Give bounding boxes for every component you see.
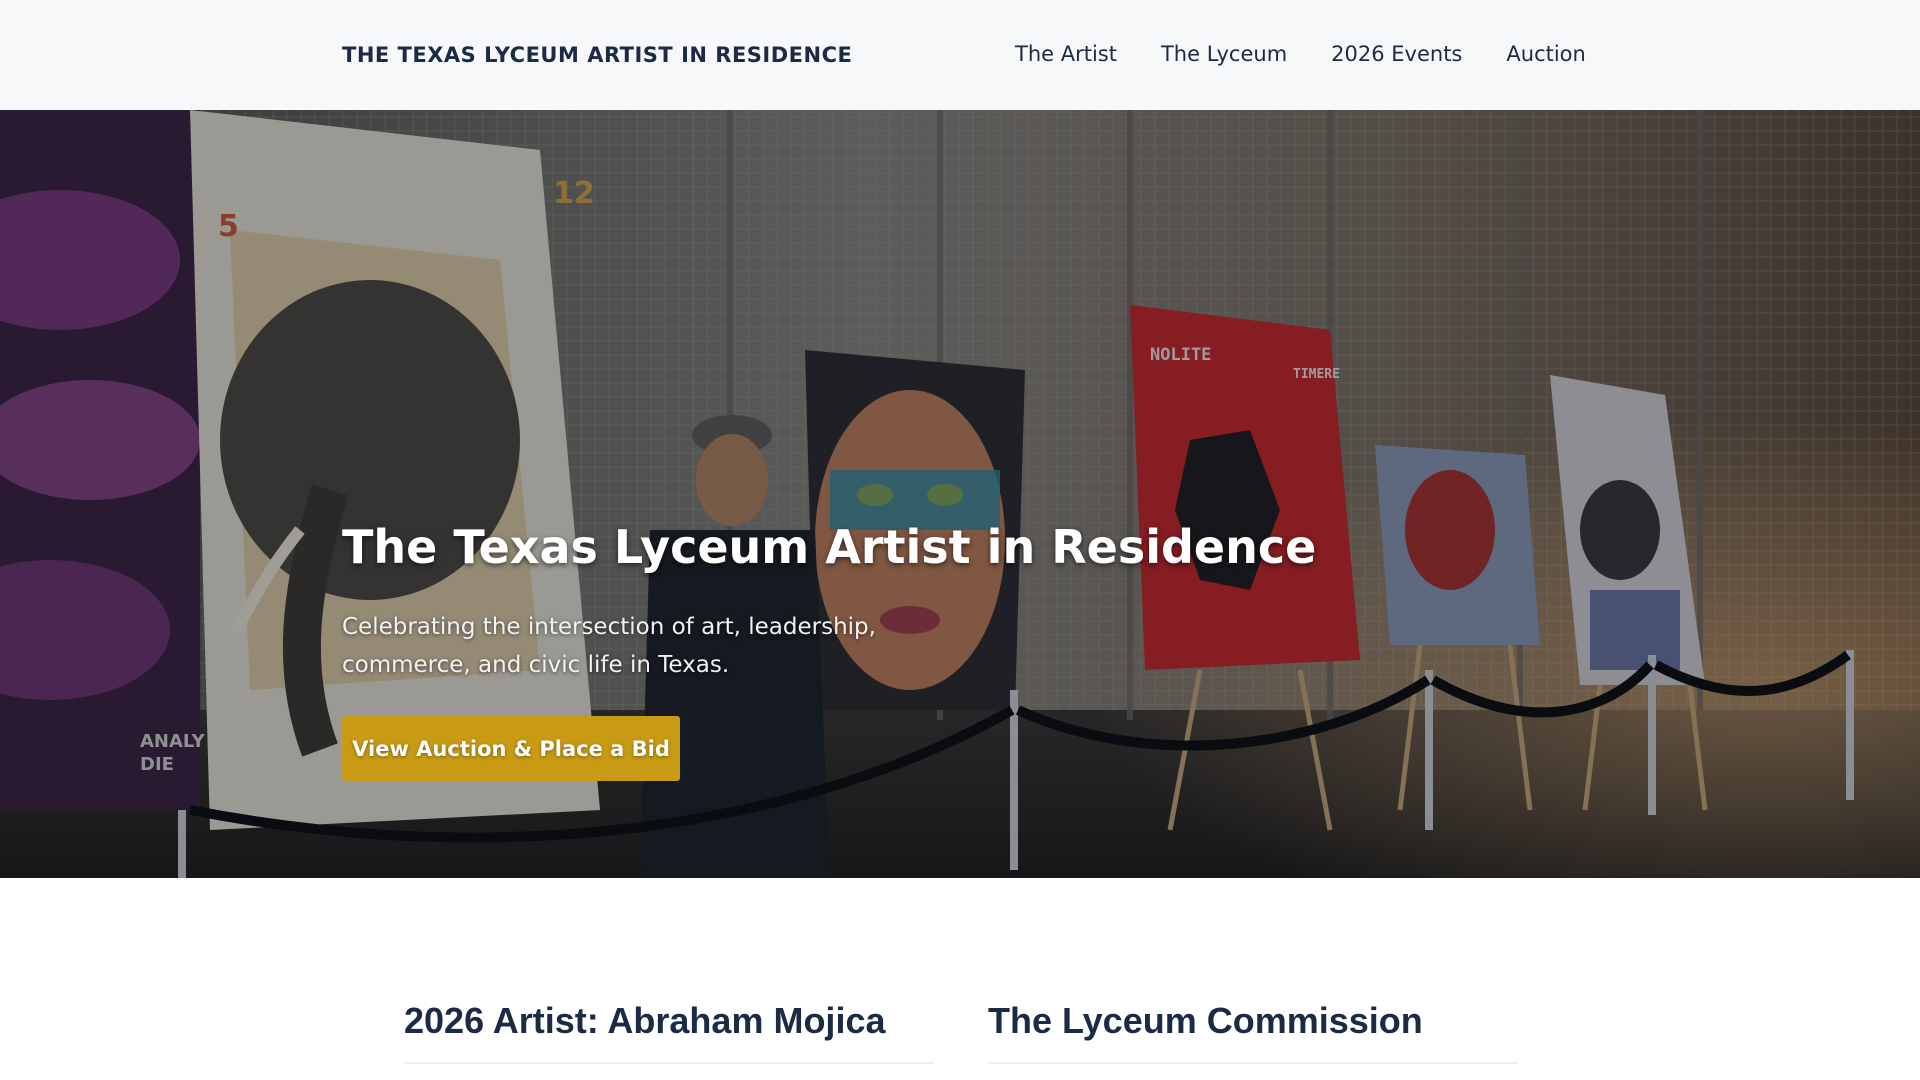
hero-banner: 5 12 NOLITE TIMERE ANALY DIE The Texas L… (0, 110, 1920, 878)
nav-link-the-lyceum[interactable]: The Lyceum (1161, 42, 1287, 66)
artist-section: 2026 Artist: Abraham Mojica (404, 1000, 934, 1064)
artist-section-title: 2026 Artist: Abraham Mojica (404, 1000, 886, 1041)
view-auction-button[interactable]: View Auction & Place a Bid (342, 716, 680, 781)
main-nav: The Artist The Lyceum 2026 Events Auctio… (1015, 42, 1586, 66)
site-header: THE TEXAS LYCEUM ARTIST IN RESIDENCE The… (0, 0, 1920, 110)
nav-link-auction[interactable]: Auction (1506, 42, 1585, 66)
hero-subtitle: Celebrating the intersection of art, lea… (342, 614, 876, 678)
brand-logo-link[interactable]: THE TEXAS LYCEUM ARTIST IN RESIDENCE (342, 43, 852, 67)
nav-link-the-artist[interactable]: The Artist (1015, 42, 1117, 66)
commission-section: The Lyceum Commission (988, 1000, 1518, 1064)
section-divider (404, 1062, 934, 1064)
nav-link-2026-events[interactable]: 2026 Events (1331, 42, 1462, 66)
commission-section-title: The Lyceum Commission (988, 1000, 1423, 1041)
hero-title: The Texas Lyceum Artist in Residence (342, 520, 1317, 574)
section-divider (988, 1062, 1518, 1064)
hero-dark-overlay (0, 110, 1920, 878)
